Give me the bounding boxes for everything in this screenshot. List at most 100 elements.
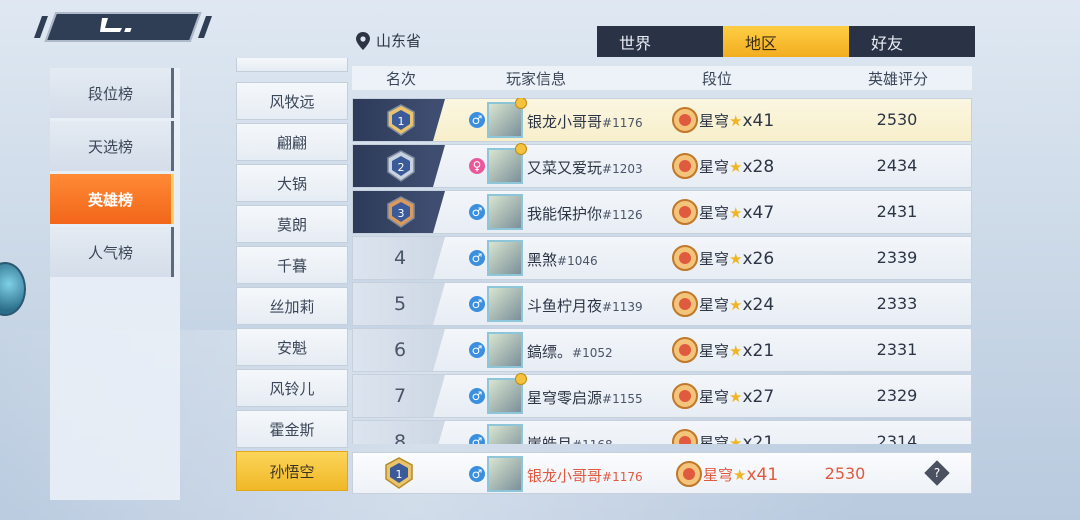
male-icon: ♂ bbox=[469, 388, 485, 404]
rank-medal-icon: 1 bbox=[387, 104, 415, 136]
hero-list-item[interactable]: 风铃儿 bbox=[236, 369, 348, 407]
hero-list-item[interactable]: 千暮 bbox=[236, 246, 348, 284]
player-tier: 星穹★x26 bbox=[699, 249, 775, 269]
scope-tabs: 世界 地区 好友 bbox=[597, 26, 975, 57]
hero-score: 2434 bbox=[876, 156, 918, 175]
table-row[interactable]: 6 ♂ 鎬缥。#1052 星穹★x21 2331 bbox=[352, 328, 972, 372]
help-icon[interactable]: ? bbox=[924, 460, 950, 486]
tier-emblem-icon bbox=[672, 429, 698, 444]
hero-score: 2431 bbox=[876, 202, 918, 221]
tab-region[interactable]: 地区 bbox=[723, 26, 849, 57]
hero-score: 2329 bbox=[876, 386, 918, 405]
rank-number: 4 bbox=[393, 247, 407, 269]
my-player-name: 银龙小哥哥#1176 bbox=[527, 467, 643, 485]
player-tier: 星穹★x24 bbox=[699, 295, 775, 315]
player-tier: 星穹★x27 bbox=[699, 387, 775, 407]
rank-number: 3 bbox=[398, 207, 405, 220]
male-icon: ♂ bbox=[469, 342, 485, 358]
player-name: 黑煞#1046 bbox=[527, 251, 598, 269]
tier-emblem-icon bbox=[672, 245, 698, 271]
rank-number: 1 bbox=[398, 115, 405, 128]
avatar[interactable] bbox=[487, 456, 523, 492]
avatar[interactable] bbox=[487, 332, 523, 368]
sidebar-item-chosen-board[interactable]: 天选榜 bbox=[50, 121, 174, 171]
logo-glyph-icon bbox=[100, 18, 132, 32]
player-name: 鎬缥。#1052 bbox=[527, 343, 613, 361]
table-row[interactable]: 5 ♂ 斗鱼柠月夜#1139 星穹★x24 2333 bbox=[352, 282, 972, 326]
hero-list-item[interactable]: 风牧远 bbox=[236, 82, 348, 120]
sidebar-item-rank-board[interactable]: 段位榜 bbox=[50, 68, 174, 118]
hero-list-item[interactable]: 霍金斯 bbox=[236, 410, 348, 448]
tab-world[interactable]: 世界 bbox=[597, 26, 723, 57]
hero-list-item[interactable]: 安魁 bbox=[236, 328, 348, 366]
badge-icon bbox=[515, 98, 527, 109]
male-icon: ♂ bbox=[469, 296, 485, 312]
sidebar-item-popularity-board[interactable]: 人气榜 bbox=[50, 227, 174, 277]
hero-list-item[interactable]: 翩翩 bbox=[236, 123, 348, 161]
player-name: 又菜又爱玩#1203 bbox=[527, 159, 643, 177]
table-row[interactable]: 4 ♂ 黑煞#1046 星穹★x26 2339 bbox=[352, 236, 972, 280]
rank-medal-icon: 1 bbox=[385, 457, 413, 489]
badge-icon bbox=[515, 373, 527, 385]
star-icon: ★ bbox=[729, 112, 743, 130]
hero-score: 2333 bbox=[876, 294, 918, 313]
region-name: 山东省 bbox=[376, 32, 422, 50]
location-pin-icon bbox=[356, 31, 370, 50]
avatar[interactable] bbox=[487, 240, 523, 276]
my-score: 2530 bbox=[824, 464, 866, 483]
player-tier: 星穹★x47 bbox=[699, 203, 775, 223]
player-tier: 星穹★x41 bbox=[699, 111, 775, 131]
rank-number: 8 bbox=[393, 431, 407, 444]
male-icon: ♂ bbox=[469, 204, 485, 220]
tier-emblem-icon bbox=[672, 199, 698, 225]
hero-list-item[interactable]: 大锅 bbox=[236, 164, 348, 202]
hero-list-item[interactable]: 丝加莉 bbox=[236, 287, 348, 325]
avatar[interactable] bbox=[487, 424, 523, 444]
my-rank-number: 1 bbox=[396, 468, 403, 481]
sidebar-item-hero-board[interactable]: 英雄榜 bbox=[50, 174, 174, 224]
player-tier: 星穹★x21 bbox=[699, 341, 775, 361]
rank-medal-icon: 3 bbox=[387, 196, 415, 228]
tier-emblem-icon bbox=[672, 383, 698, 409]
header-score: 英雄评分 bbox=[868, 70, 929, 88]
hero-score: 2331 bbox=[876, 340, 918, 359]
star-icon: ★ bbox=[729, 204, 743, 222]
player-name: 崖皓月#1168 bbox=[527, 435, 613, 444]
player-tier: 星穹★x21 bbox=[699, 432, 774, 444]
player-name: 星穹零启源#1155 bbox=[527, 389, 643, 407]
my-ranking-row: 1 ♂ 银龙小哥哥#1176 星穹★x41 2530 ? bbox=[352, 452, 972, 494]
tier-emblem-icon bbox=[676, 461, 702, 487]
star-icon: ★ bbox=[729, 434, 743, 444]
tier-emblem-icon bbox=[672, 107, 698, 133]
hero-list-item[interactable] bbox=[236, 58, 348, 72]
table-row[interactable]: 3 ♂ 我能保护你#1126 星穹★x47 2431 bbox=[352, 190, 972, 234]
hero-score: 2339 bbox=[876, 248, 918, 267]
region-location: 山东省 bbox=[356, 30, 421, 51]
table-row[interactable]: 2 ♀ 又菜又爱玩#1203 星穹★x28 2434 bbox=[352, 143, 972, 188]
male-icon: ♂ bbox=[469, 434, 485, 444]
player-name: 银龙小哥哥#1176 bbox=[527, 113, 643, 131]
table-row[interactable]: 7 ♂ 星穹零启源#1155 星穹★x27 2329 bbox=[352, 373, 972, 418]
table-row[interactable]: 1 ♂ 银龙小哥哥#1176 星穹★x41 2530 bbox=[352, 98, 972, 142]
avatar[interactable] bbox=[487, 194, 523, 230]
pet-companion-icon[interactable] bbox=[0, 262, 26, 316]
tab-friends[interactable]: 好友 bbox=[849, 26, 975, 57]
rank-number: 2 bbox=[398, 161, 405, 174]
table-row[interactable]: 8 ♂ 崖皓月#1168 星穹★x21 2314 bbox=[352, 420, 972, 444]
header-rank: 名次 bbox=[386, 70, 417, 88]
hero-list-item[interactable]: 莫朗 bbox=[236, 205, 348, 243]
hero-score: 2314 bbox=[876, 432, 918, 444]
male-icon: ♂ bbox=[469, 112, 485, 128]
hero-list-item-selected[interactable]: 孙悟空 bbox=[236, 451, 348, 491]
rank-number: 6 bbox=[393, 339, 407, 361]
ranking-list[interactable]: 1 ♂ 银龙小哥哥#1176 星穹★x41 2530 2 ♀ 又菜又爱玩#1203 星穹★x28… bbox=[352, 98, 972, 444]
female-icon: ♀ bbox=[469, 158, 485, 174]
star-icon: ★ bbox=[729, 388, 743, 406]
header-player: 玩家信息 bbox=[506, 70, 567, 88]
player-tier: 星穹★x28 bbox=[699, 157, 775, 177]
my-tier: 星穹★x41 bbox=[703, 465, 779, 485]
player-name: 我能保护你#1126 bbox=[527, 205, 643, 223]
avatar[interactable] bbox=[487, 286, 523, 322]
tier-emblem-icon bbox=[672, 291, 698, 317]
player-name: 斗鱼柠月夜#1139 bbox=[527, 297, 643, 315]
